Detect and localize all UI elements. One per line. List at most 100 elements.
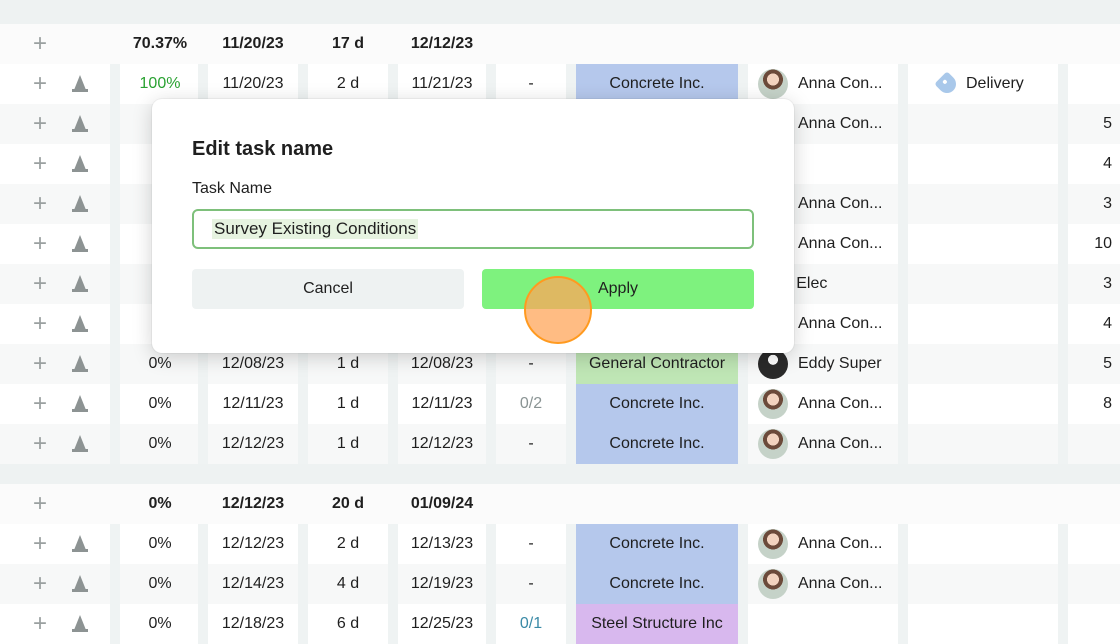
column-separator bbox=[1058, 184, 1068, 224]
task-end-date[interactable]: 12/25/23 bbox=[398, 604, 486, 644]
apply-button[interactable]: Apply bbox=[482, 269, 754, 309]
add-subtask-button[interactable]: + bbox=[20, 604, 60, 644]
task-tags[interactable] bbox=[908, 264, 1058, 304]
task-end-date[interactable]: 12/12/23 bbox=[398, 424, 486, 464]
task-start-date[interactable]: 12/11/23 bbox=[208, 384, 298, 424]
column-separator bbox=[898, 304, 908, 344]
task-assignee[interactable] bbox=[748, 604, 898, 644]
plus-icon: + bbox=[32, 530, 47, 557]
task-end-date[interactable]: 12/13/23 bbox=[398, 524, 486, 564]
task-company[interactable]: Concrete Inc. bbox=[576, 64, 738, 104]
column-separator bbox=[566, 384, 576, 424]
task-company[interactable]: Concrete Inc. bbox=[576, 384, 738, 424]
task-tags[interactable] bbox=[908, 564, 1058, 604]
add-subtask-button[interactable]: + bbox=[20, 484, 60, 524]
column-separator bbox=[298, 424, 308, 464]
task-tags[interactable] bbox=[908, 184, 1058, 224]
task-tags[interactable] bbox=[908, 224, 1058, 264]
add-subtask-button[interactable]: + bbox=[20, 424, 60, 464]
task-start-date[interactable]: 11/20/23 bbox=[208, 64, 298, 104]
task-tags[interactable] bbox=[908, 524, 1058, 564]
column-separator bbox=[110, 104, 120, 144]
task-company[interactable]: Concrete Inc. bbox=[576, 564, 738, 604]
task-count bbox=[1068, 564, 1120, 604]
task-tags[interactable] bbox=[908, 424, 1058, 464]
column-separator bbox=[110, 304, 120, 344]
add-subtask-button[interactable]: + bbox=[20, 384, 60, 424]
task-start-date[interactable]: 12/14/23 bbox=[208, 564, 298, 604]
task-tags[interactable] bbox=[908, 604, 1058, 644]
table-row[interactable]: +0% 12/11/23 1 d 12/11/23 0/2 Concrete Inc. An… bbox=[0, 384, 1120, 424]
assignee-name: Anna Con... bbox=[798, 575, 883, 592]
task-assignee[interactable]: Anna Con... bbox=[748, 384, 898, 424]
task-end-date[interactable]: 12/11/23 bbox=[398, 384, 486, 424]
add-subtask-button[interactable]: + bbox=[20, 264, 60, 304]
column-separator bbox=[898, 144, 908, 184]
table-row[interactable]: +0% 12/12/23 1 d 12/12/23- Concrete Inc. Anna… bbox=[0, 424, 1120, 464]
task-assignee[interactable]: Anna Con... bbox=[748, 564, 898, 604]
task-assignee[interactable]: Anna Con... bbox=[748, 64, 898, 104]
table-row[interactable]: +0% 12/14/23 4 d 12/19/23- Concrete Inc. Anna… bbox=[0, 564, 1120, 604]
add-subtask-button[interactable]: + bbox=[20, 144, 60, 184]
task-tags[interactable] bbox=[908, 104, 1058, 144]
column-separator bbox=[1058, 524, 1068, 564]
task-assignee[interactable]: Anna Con... bbox=[748, 424, 898, 464]
column-separator bbox=[110, 144, 120, 184]
task-tags[interactable] bbox=[908, 304, 1058, 344]
task-checklist[interactable]: 0/1 bbox=[496, 604, 566, 644]
task-checklist[interactable]: - bbox=[496, 424, 566, 464]
task-duration[interactable]: 1 d bbox=[308, 384, 388, 424]
add-subtask-button[interactable]: + bbox=[20, 304, 60, 344]
task-tags[interactable] bbox=[908, 144, 1058, 184]
task-start-date[interactable]: 12/12/23 bbox=[208, 524, 298, 564]
column-separator bbox=[738, 604, 748, 644]
add-subtask-button[interactable]: + bbox=[20, 104, 60, 144]
task-duration[interactable]: 2 d bbox=[308, 64, 388, 104]
column-separator bbox=[486, 424, 496, 464]
task-company[interactable]: Steel Structure Inc bbox=[576, 604, 738, 644]
column-separator bbox=[1058, 224, 1068, 264]
task-name-input[interactable]: Survey Existing Conditions bbox=[192, 209, 754, 249]
add-subtask-button[interactable]: + bbox=[20, 24, 60, 64]
table-row[interactable]: +100% 11/20/23 2 d 11/21/23- Concrete Inc. An… bbox=[0, 64, 1120, 104]
task-duration[interactable]: 6 d bbox=[308, 604, 388, 644]
plus-icon: + bbox=[32, 490, 47, 517]
task-end-date[interactable]: 11/21/23 bbox=[398, 64, 486, 104]
add-subtask-button[interactable]: + bbox=[20, 524, 60, 564]
column-separator bbox=[298, 384, 308, 424]
column-separator bbox=[738, 384, 748, 424]
add-subtask-button[interactable]: + bbox=[20, 564, 60, 604]
column-separator bbox=[110, 64, 120, 104]
task-start-date[interactable]: 12/18/23 bbox=[208, 604, 298, 644]
table-row[interactable]: +0% 12/12/23 2 d 12/13/23- Concrete Inc. Anna… bbox=[0, 524, 1120, 564]
task-checklist[interactable]: - bbox=[496, 524, 566, 564]
task-duration[interactable]: 4 d bbox=[308, 564, 388, 604]
task-tags[interactable] bbox=[908, 344, 1058, 384]
add-subtask-button[interactable]: + bbox=[20, 344, 60, 384]
column-separator bbox=[486, 524, 496, 564]
task-company[interactable]: Concrete Inc. bbox=[576, 524, 738, 564]
task-type-cell bbox=[60, 304, 100, 344]
task-tags[interactable] bbox=[908, 384, 1058, 424]
assignee-name: Anna Con... bbox=[798, 435, 883, 452]
add-subtask-button[interactable]: + bbox=[20, 224, 60, 264]
task-checklist[interactable]: - bbox=[496, 564, 566, 604]
cancel-button[interactable]: Cancel bbox=[192, 269, 464, 309]
column-separator bbox=[898, 224, 908, 264]
task-assignee[interactable]: Anna Con... bbox=[748, 524, 898, 564]
task-company[interactable]: Concrete Inc. bbox=[576, 424, 738, 464]
task-start-date[interactable]: 12/12/23 bbox=[208, 424, 298, 464]
column-separator bbox=[110, 184, 120, 224]
task-checklist[interactable]: - bbox=[496, 64, 566, 104]
table-row[interactable]: +0% 12/18/23 6 d 12/25/23 0/1 Steel Structure… bbox=[0, 604, 1120, 644]
task-type-cell bbox=[60, 344, 100, 384]
cone-icon bbox=[72, 315, 88, 333]
task-duration[interactable]: 2 d bbox=[308, 524, 388, 564]
task-end-date[interactable]: 12/19/23 bbox=[398, 564, 486, 604]
task-checklist[interactable]: 0/2 bbox=[496, 384, 566, 424]
task-tags[interactable]: Delivery bbox=[908, 64, 1058, 104]
task-duration[interactable]: 1 d bbox=[308, 424, 388, 464]
add-subtask-button[interactable]: + bbox=[20, 184, 60, 224]
plus-icon: + bbox=[32, 70, 47, 97]
add-subtask-button[interactable]: + bbox=[20, 64, 60, 104]
